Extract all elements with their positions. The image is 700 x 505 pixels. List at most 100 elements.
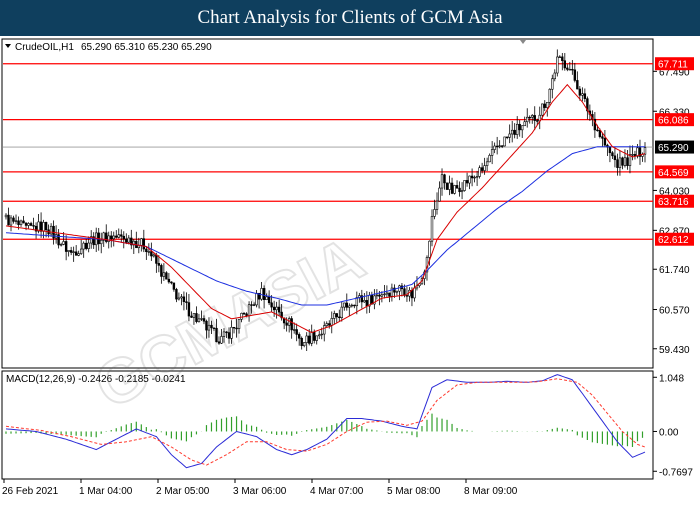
bear-candle bbox=[518, 123, 521, 131]
bear-candle bbox=[563, 60, 567, 69]
bull-candle bbox=[531, 115, 534, 118]
bear-candle bbox=[142, 238, 146, 250]
bull-candle bbox=[526, 116, 529, 123]
chart-header: Chart Analysis for Clients of GCM Asia bbox=[0, 0, 700, 36]
bull-candle bbox=[473, 176, 476, 179]
bear-candle bbox=[403, 288, 406, 296]
bull-candle bbox=[558, 56, 562, 58]
bull-candle bbox=[310, 331, 313, 344]
bull-candle bbox=[510, 129, 514, 135]
bear-candle bbox=[17, 220, 20, 225]
bull-candle bbox=[79, 248, 83, 254]
bull-candle bbox=[177, 297, 181, 300]
bull-candle bbox=[72, 251, 75, 253]
level-label: 67.711 bbox=[658, 60, 688, 71]
bull-candle bbox=[127, 237, 130, 243]
bull-candle bbox=[548, 88, 551, 103]
bear-candle bbox=[621, 157, 624, 166]
bull-candle bbox=[380, 294, 384, 297]
bull-candle bbox=[82, 242, 85, 250]
bear-candle bbox=[262, 288, 266, 300]
bear-candle bbox=[215, 328, 218, 343]
bear-candle bbox=[300, 337, 303, 346]
bear-candle bbox=[405, 295, 409, 297]
level-label: 64.569 bbox=[658, 168, 689, 179]
bear-candle bbox=[410, 289, 414, 299]
bull-candle bbox=[553, 72, 556, 80]
symbol-label: CrudeOIL,H1 bbox=[15, 42, 74, 53]
bear-candle bbox=[120, 234, 123, 237]
bull-candle bbox=[323, 325, 326, 335]
bear-candle bbox=[500, 145, 504, 147]
bull-candle bbox=[483, 165, 486, 171]
bull-candle bbox=[180, 296, 183, 299]
bear-candle bbox=[84, 242, 88, 249]
bull-candle bbox=[340, 306, 343, 318]
bull-candle bbox=[468, 175, 471, 184]
bull-candle bbox=[478, 167, 481, 177]
bear-candle bbox=[328, 323, 331, 326]
bear-candle bbox=[232, 326, 236, 329]
bear-candle bbox=[165, 272, 168, 280]
bull-candle bbox=[463, 180, 466, 191]
bull-candle bbox=[350, 304, 354, 307]
bull-candle bbox=[67, 250, 70, 252]
bear-candle bbox=[272, 306, 276, 311]
bear-candle bbox=[598, 130, 602, 137]
bear-candle bbox=[295, 329, 298, 335]
bull-candle bbox=[521, 125, 524, 131]
bear-candle bbox=[160, 265, 163, 277]
bull-candle bbox=[207, 324, 211, 331]
bear-candle bbox=[345, 302, 348, 308]
bull-candle bbox=[87, 242, 90, 249]
bear-candle bbox=[613, 155, 617, 161]
bull-candle bbox=[19, 220, 23, 225]
macd-tick-label: -0.7697 bbox=[659, 467, 693, 478]
bear-candle bbox=[297, 334, 301, 339]
bull-candle bbox=[333, 313, 336, 319]
x-tick-label: 3 Mar 06:00 bbox=[233, 486, 287, 497]
bull-candle bbox=[435, 200, 439, 210]
bull-candle bbox=[318, 334, 321, 337]
bear-candle bbox=[338, 316, 341, 319]
bull-candle bbox=[433, 209, 436, 217]
bear-candle bbox=[235, 327, 238, 330]
bear-candle bbox=[217, 341, 221, 344]
bear-candle bbox=[175, 289, 178, 300]
bear-candle bbox=[277, 306, 281, 313]
bull-candle bbox=[152, 254, 156, 257]
bear-candle bbox=[150, 251, 153, 257]
bull-candle bbox=[490, 149, 494, 156]
bull-candle bbox=[551, 78, 554, 90]
bull-candle bbox=[375, 294, 379, 297]
bull-candle bbox=[292, 329, 296, 331]
bull-candle bbox=[265, 296, 268, 300]
bull-candle bbox=[237, 318, 241, 329]
bear-candle bbox=[603, 137, 607, 146]
bear-candle bbox=[571, 68, 574, 71]
bear-candle bbox=[573, 69, 577, 81]
bear-candle bbox=[7, 214, 10, 226]
bull-candle bbox=[383, 293, 386, 296]
bull-candle bbox=[568, 68, 572, 71]
bear-candle bbox=[69, 250, 73, 253]
bull-candle bbox=[117, 234, 120, 238]
bear-candle bbox=[44, 222, 48, 231]
bear-candle bbox=[24, 222, 28, 226]
bull-candle bbox=[515, 123, 519, 135]
bear-candle bbox=[190, 315, 193, 318]
bear-candle bbox=[225, 331, 228, 333]
header-title: Chart Analysis for Clients of GCM Asia bbox=[197, 7, 503, 28]
bull-candle bbox=[493, 145, 496, 150]
bull-candle bbox=[343, 302, 346, 308]
bull-candle bbox=[14, 220, 18, 222]
bear-candle bbox=[172, 282, 176, 290]
bull-candle bbox=[255, 292, 258, 306]
bear-candle bbox=[455, 185, 459, 189]
bull-candle bbox=[330, 318, 333, 326]
bull-candle bbox=[440, 174, 444, 189]
price-tick-label: 59.430 bbox=[659, 345, 690, 356]
bear-candle bbox=[566, 67, 569, 70]
level-label: 62.612 bbox=[658, 235, 689, 246]
bear-candle bbox=[245, 313, 248, 316]
